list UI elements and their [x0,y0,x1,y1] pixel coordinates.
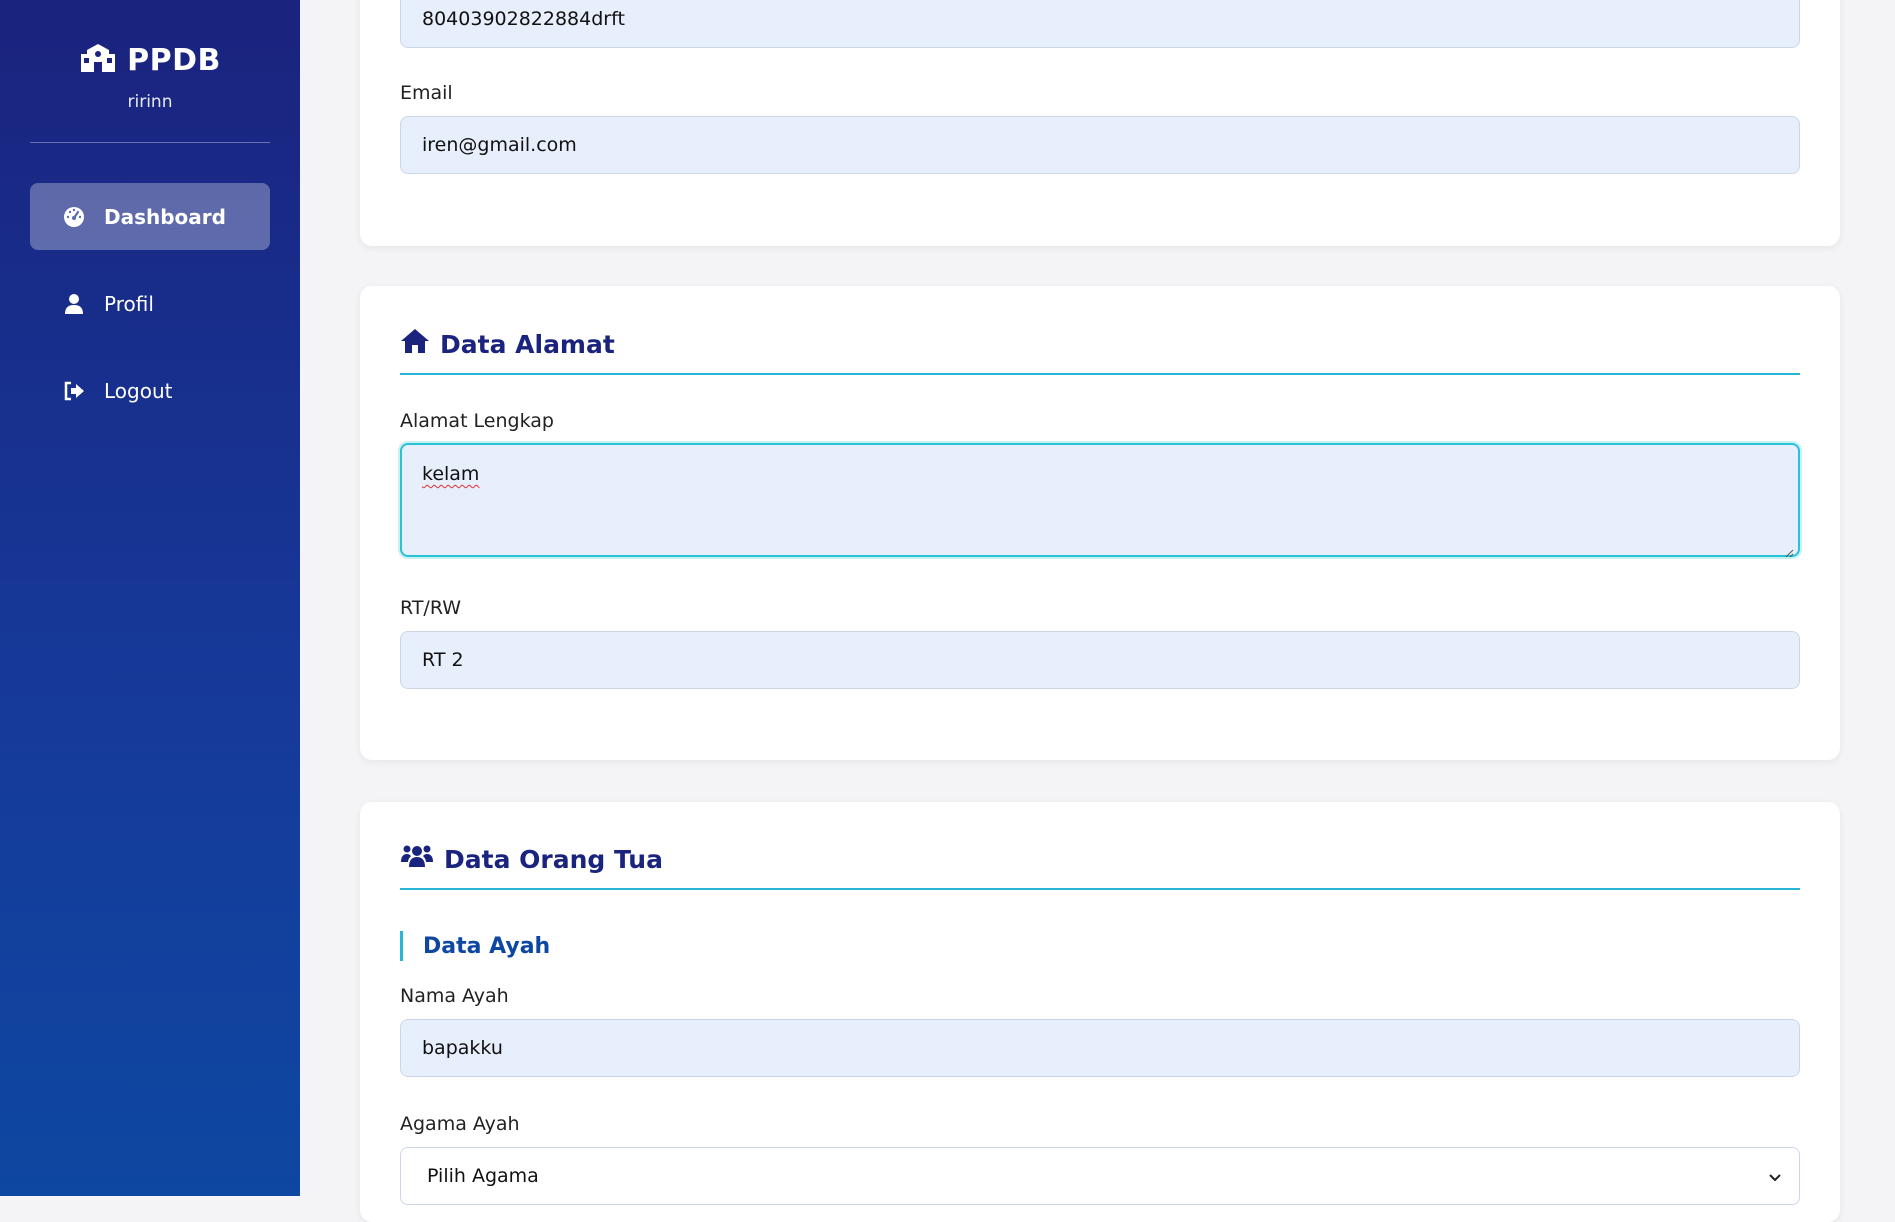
sidebar-item-label: Logout [104,378,173,403]
email-label: Email [400,82,453,104]
resize-grip-icon[interactable] [1784,541,1794,558]
parents-section-line [400,888,1800,890]
nisn-field[interactable]: 80403902822884drft [400,0,1800,48]
address-section-title: Data Alamat [400,328,615,360]
agama-ayah-select[interactable]: Pilih Agama [400,1147,1800,1205]
user-icon [62,292,86,316]
alamat-lengkap-textarea[interactable]: kelam [400,443,1800,558]
rtrw-field[interactable]: RT 2 [400,631,1800,689]
nama-ayah-value: bapakku [422,1037,503,1059]
sidebar-divider [30,142,270,143]
sidebar-item-logout[interactable]: Logout [30,357,270,424]
parents-section-title: Data Orang Tua [400,843,663,875]
brand: PPDB ririnn [0,0,300,112]
sign-out-icon [62,379,86,403]
tachometer-icon [62,205,86,229]
agama-ayah-selected: Pilih Agama [427,1165,539,1187]
sidebar-item-label: Dashboard [104,204,226,229]
chevron-down-icon [1769,1165,1781,1187]
agama-ayah-label: Agama Ayah [400,1113,520,1135]
users-icon [400,843,434,875]
alamat-lengkap-label: Alamat Lengkap [400,410,554,432]
rtrw-label: RT/RW [400,597,462,619]
sidebar-item-dashboard[interactable]: Dashboard [30,183,270,250]
email-field[interactable]: iren@gmail.com [400,116,1800,174]
rtrw-field-value: RT 2 [422,649,464,671]
data-ayah-subtitle: Data Ayah [400,931,550,961]
sidebar-item-profil[interactable]: Profil [30,270,270,337]
home-icon [400,328,430,360]
address-section-line [400,373,1800,375]
nama-ayah-label: Nama Ayah [400,985,509,1007]
nama-ayah-field[interactable]: bapakku [400,1019,1800,1077]
page-scrollbar[interactable] [1874,0,1895,1196]
alamat-lengkap-value: kelam [422,463,480,485]
nisn-field-value: 80403902822884drft [422,8,625,30]
brand-title: PPDB [127,42,221,78]
sidebar-item-label: Profil [104,291,154,316]
parents-section-title-text: Data Orang Tua [444,844,663,874]
brand-username: ririnn [127,92,173,112]
address-section-title-text: Data Alamat [440,329,615,359]
school-icon [79,42,117,78]
email-field-value: iren@gmail.com [422,134,577,156]
sidebar: PPDB ririnn Dashboard Profil Logout [0,0,300,1196]
